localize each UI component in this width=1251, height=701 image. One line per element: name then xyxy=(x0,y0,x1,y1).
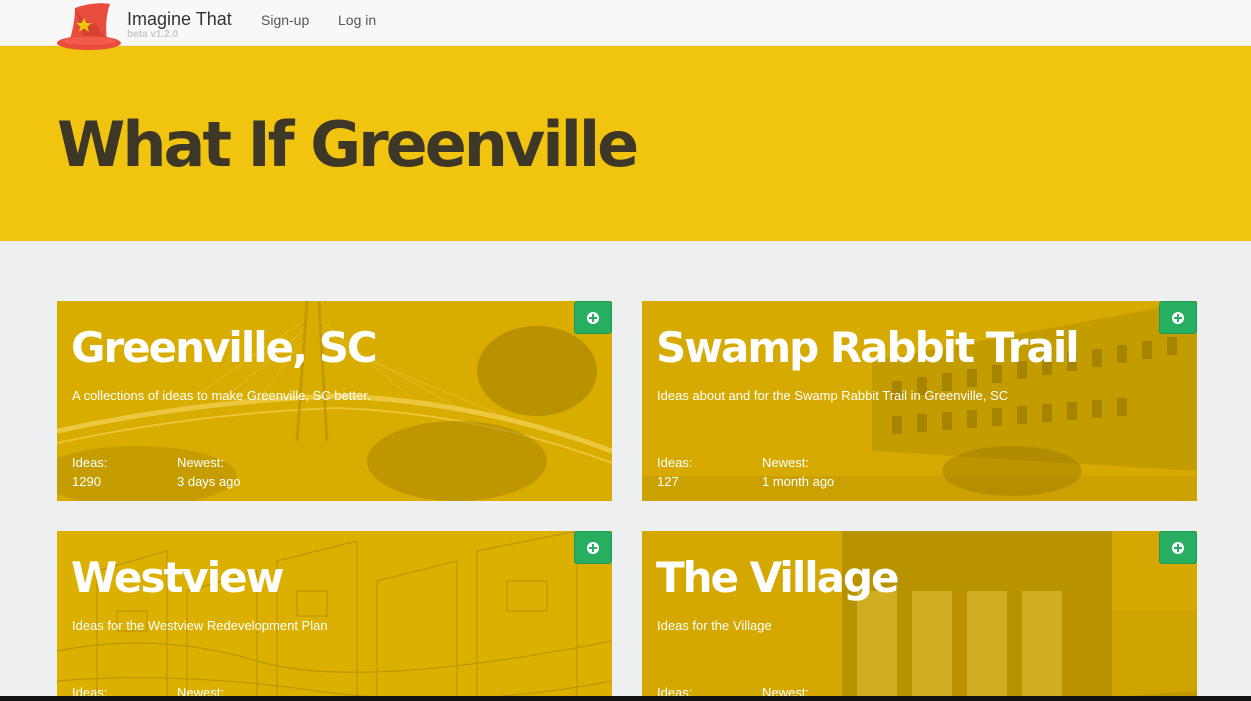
newest-value: 1 month ago xyxy=(762,474,835,489)
newest-value: 3 days ago xyxy=(177,474,241,489)
ideas-count: 127 xyxy=(657,474,679,489)
card-description: Ideas for the Westview Redevelopment Pla… xyxy=(72,618,328,633)
add-idea-button[interactable] xyxy=(1159,531,1197,564)
plus-circle-icon xyxy=(1172,541,1184,554)
version-label: beta v1.2.0 xyxy=(127,29,179,40)
brand-title[interactable]: Imagine That xyxy=(127,9,232,30)
plus-circle-icon xyxy=(587,311,599,324)
card-title[interactable]: The Village xyxy=(656,553,900,602)
card-description: Ideas about and for the Swamp Rabbit Tra… xyxy=(657,388,1009,403)
card-description: A collections of ideas to make Greenvill… xyxy=(72,388,371,403)
card-title[interactable]: Greenville, SC xyxy=(71,323,378,372)
signup-link[interactable]: Sign-up xyxy=(261,12,309,28)
ideas-label: Ideas: xyxy=(72,455,108,470)
newest-label: Newest: xyxy=(177,455,224,470)
newest-label: Newest: xyxy=(762,455,809,470)
login-link[interactable]: Log in xyxy=(338,12,376,28)
collection-card-greenville[interactable]: Greenville, SC A collections of ideas to… xyxy=(57,301,612,501)
add-idea-button[interactable] xyxy=(574,531,612,564)
ideas-label: Ideas: xyxy=(657,455,693,470)
add-idea-button[interactable] xyxy=(1159,301,1197,334)
collection-card-the-village[interactable]: The Village Ideas for the Village Ideas:… xyxy=(642,531,1197,701)
card-title[interactable]: Swamp Rabbit Trail xyxy=(656,323,1080,372)
ideas-count: 1290 xyxy=(72,474,101,489)
window-bottom-edge xyxy=(0,696,1251,701)
wizard-hat-icon[interactable] xyxy=(55,2,123,52)
hero-banner: What If Greenville xyxy=(0,46,1251,241)
page-title: What If Greenville xyxy=(57,108,639,181)
collection-card-westview[interactable]: Westview Ideas for the Westview Redevelo… xyxy=(57,531,612,701)
navbar: Imagine That beta v1.2.0 Sign-up Log in xyxy=(0,0,1251,50)
card-title[interactable]: Westview xyxy=(71,553,284,602)
card-description: Ideas for the Village xyxy=(657,618,772,633)
collection-card-swamp-rabbit-trail[interactable]: Swamp Rabbit Trail Ideas about and for t… xyxy=(642,301,1197,501)
add-idea-button[interactable] xyxy=(574,301,612,334)
plus-circle-icon xyxy=(1172,311,1184,324)
plus-circle-icon xyxy=(587,541,599,554)
